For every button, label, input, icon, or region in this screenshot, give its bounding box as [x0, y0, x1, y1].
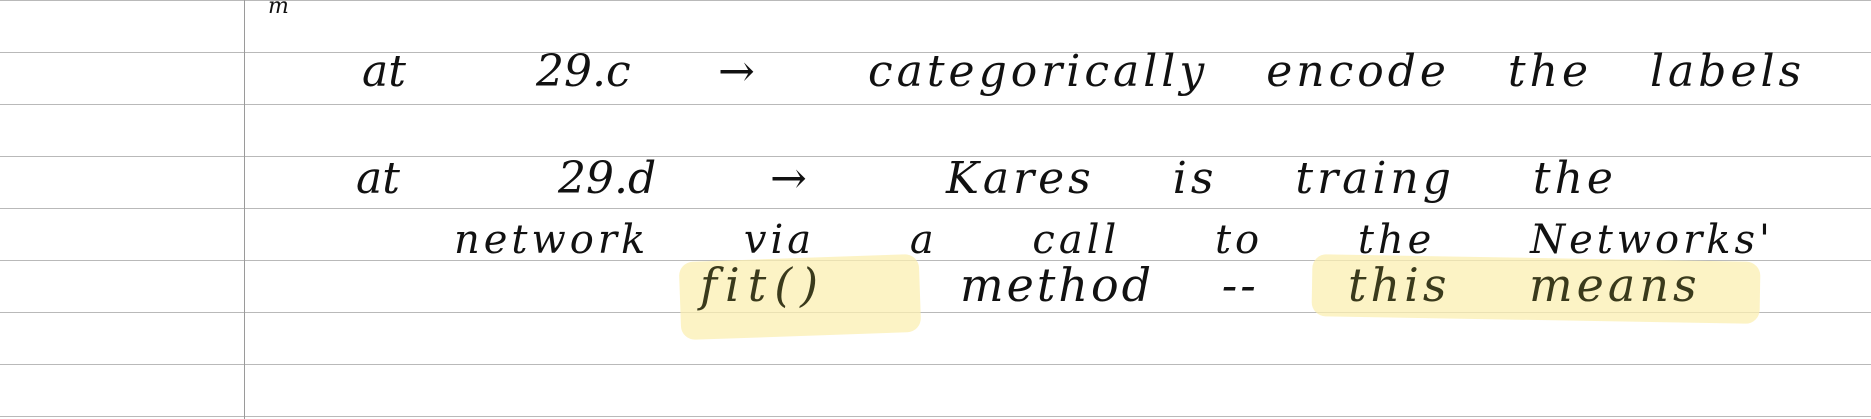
line2-ref: 29.d [558, 153, 657, 204]
line1-arrow: → [718, 46, 755, 97]
line2-arrow: → [770, 153, 807, 204]
rule-line [0, 104, 1871, 105]
rule-line [0, 416, 1871, 417]
notebook-page: m at 29.c → categorically encode the lab… [0, 0, 1871, 419]
method-text: method -- [960, 258, 1259, 312]
line1-at: at [362, 46, 406, 97]
line1-text: categorically encode the labels [868, 46, 1806, 97]
line2-text: Kares is traing the [946, 153, 1617, 204]
line1-ref: 29.c [536, 46, 631, 97]
stub-text: m [268, 0, 290, 19]
this-means-text: this means [1348, 258, 1701, 312]
line3-text: network via a call to the Networks' [454, 217, 1775, 263]
line2-at: at [356, 153, 400, 204]
rule-line [0, 364, 1871, 365]
margin-line [244, 0, 245, 419]
fit-call-text: fit() [700, 258, 827, 312]
rule-line [0, 208, 1871, 209]
